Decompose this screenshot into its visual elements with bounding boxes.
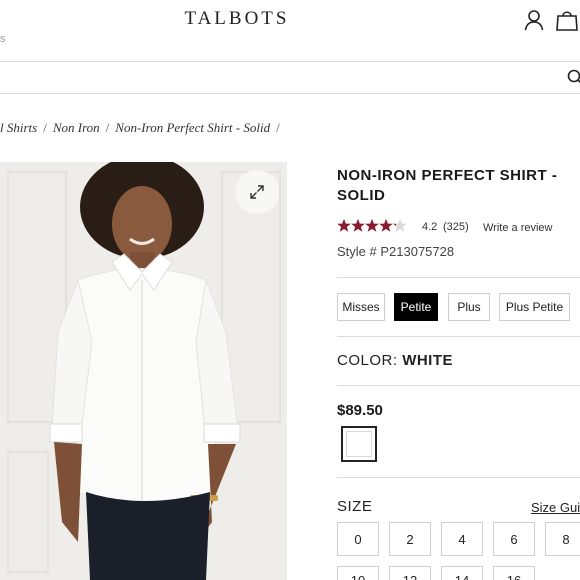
star-icon [365,218,379,232]
breadcrumb-separator: / [276,120,280,135]
divider [337,277,580,278]
breadcrumb-item[interactable]: l Shirts [0,120,37,135]
color-selection: COLOR: WHITE [337,352,453,369]
user-icon[interactable] [524,9,544,31]
divider [337,385,580,386]
color-swatch-white[interactable] [341,426,377,462]
size-option[interactable]: 2 [389,522,431,556]
expand-icon [250,185,264,199]
star-icon [337,218,351,232]
breadcrumb-item[interactable]: Non-Iron Perfect Shirt - Solid [115,120,270,135]
color-value: WHITE [402,352,454,369]
review-count[interactable]: (325) [443,221,469,233]
product-price: $89.50 [337,402,383,419]
size-label: SIZE [337,498,373,515]
brand-logo[interactable]: TALBOTS [0,8,474,30]
site-header: TALBOTS s [0,0,580,62]
breadcrumb-item[interactable]: Non Iron [53,120,100,135]
divider [337,477,580,478]
breadcrumb-separator: / [43,120,47,135]
size-option[interactable]: 4 [441,522,483,556]
fit-option-plus-petite[interactable]: Plus Petite [499,293,570,321]
swatch-fill [346,431,372,457]
product-title-line: NON-IRON PERFECT SHIRT - [337,167,558,184]
divider [337,336,580,337]
fit-option-petite[interactable]: Petite [394,293,438,321]
size-option[interactable]: 14 [441,566,483,580]
fit-option-misses[interactable]: Misses [337,293,385,321]
size-option[interactable]: 8 [545,522,580,556]
search-icon[interactable] [567,69,580,85]
star-icon [351,218,365,232]
product-photo-illustration [0,162,287,580]
color-label: COLOR: [337,352,398,369]
breadcrumb: l Shirts / Non Iron / Non-Iron Perfect Shirt… [0,120,286,136]
size-guide-link[interactable]: Size Guide [531,500,580,515]
size-option[interactable]: 12 [389,566,431,580]
product-title-line: SOLID [337,187,386,204]
star-icon [393,218,407,232]
product-image[interactable] [0,162,287,580]
size-option[interactable]: 16 [493,566,535,580]
size-option[interactable]: 6 [493,522,535,556]
size-option[interactable]: 10 [337,566,379,580]
shopping-bag-icon[interactable] [556,9,578,31]
size-option[interactable]: 0 [337,522,379,556]
style-number: Style # P213075728 [337,244,455,259]
star-icon [379,218,393,232]
breadcrumb-separator: / [105,120,110,135]
product-title: NON-IRON PERFECT SHIRT - SOLID [337,166,580,206]
nav-fragment[interactable]: s [0,33,6,45]
expand-image-button[interactable] [235,170,279,214]
fit-option-plus[interactable]: Plus [448,293,490,321]
rating-stars[interactable] [337,218,407,234]
write-review-link[interactable]: Write a review [483,222,552,234]
search-bar[interactable] [0,62,580,94]
rating-value: 4.2 [422,221,438,233]
